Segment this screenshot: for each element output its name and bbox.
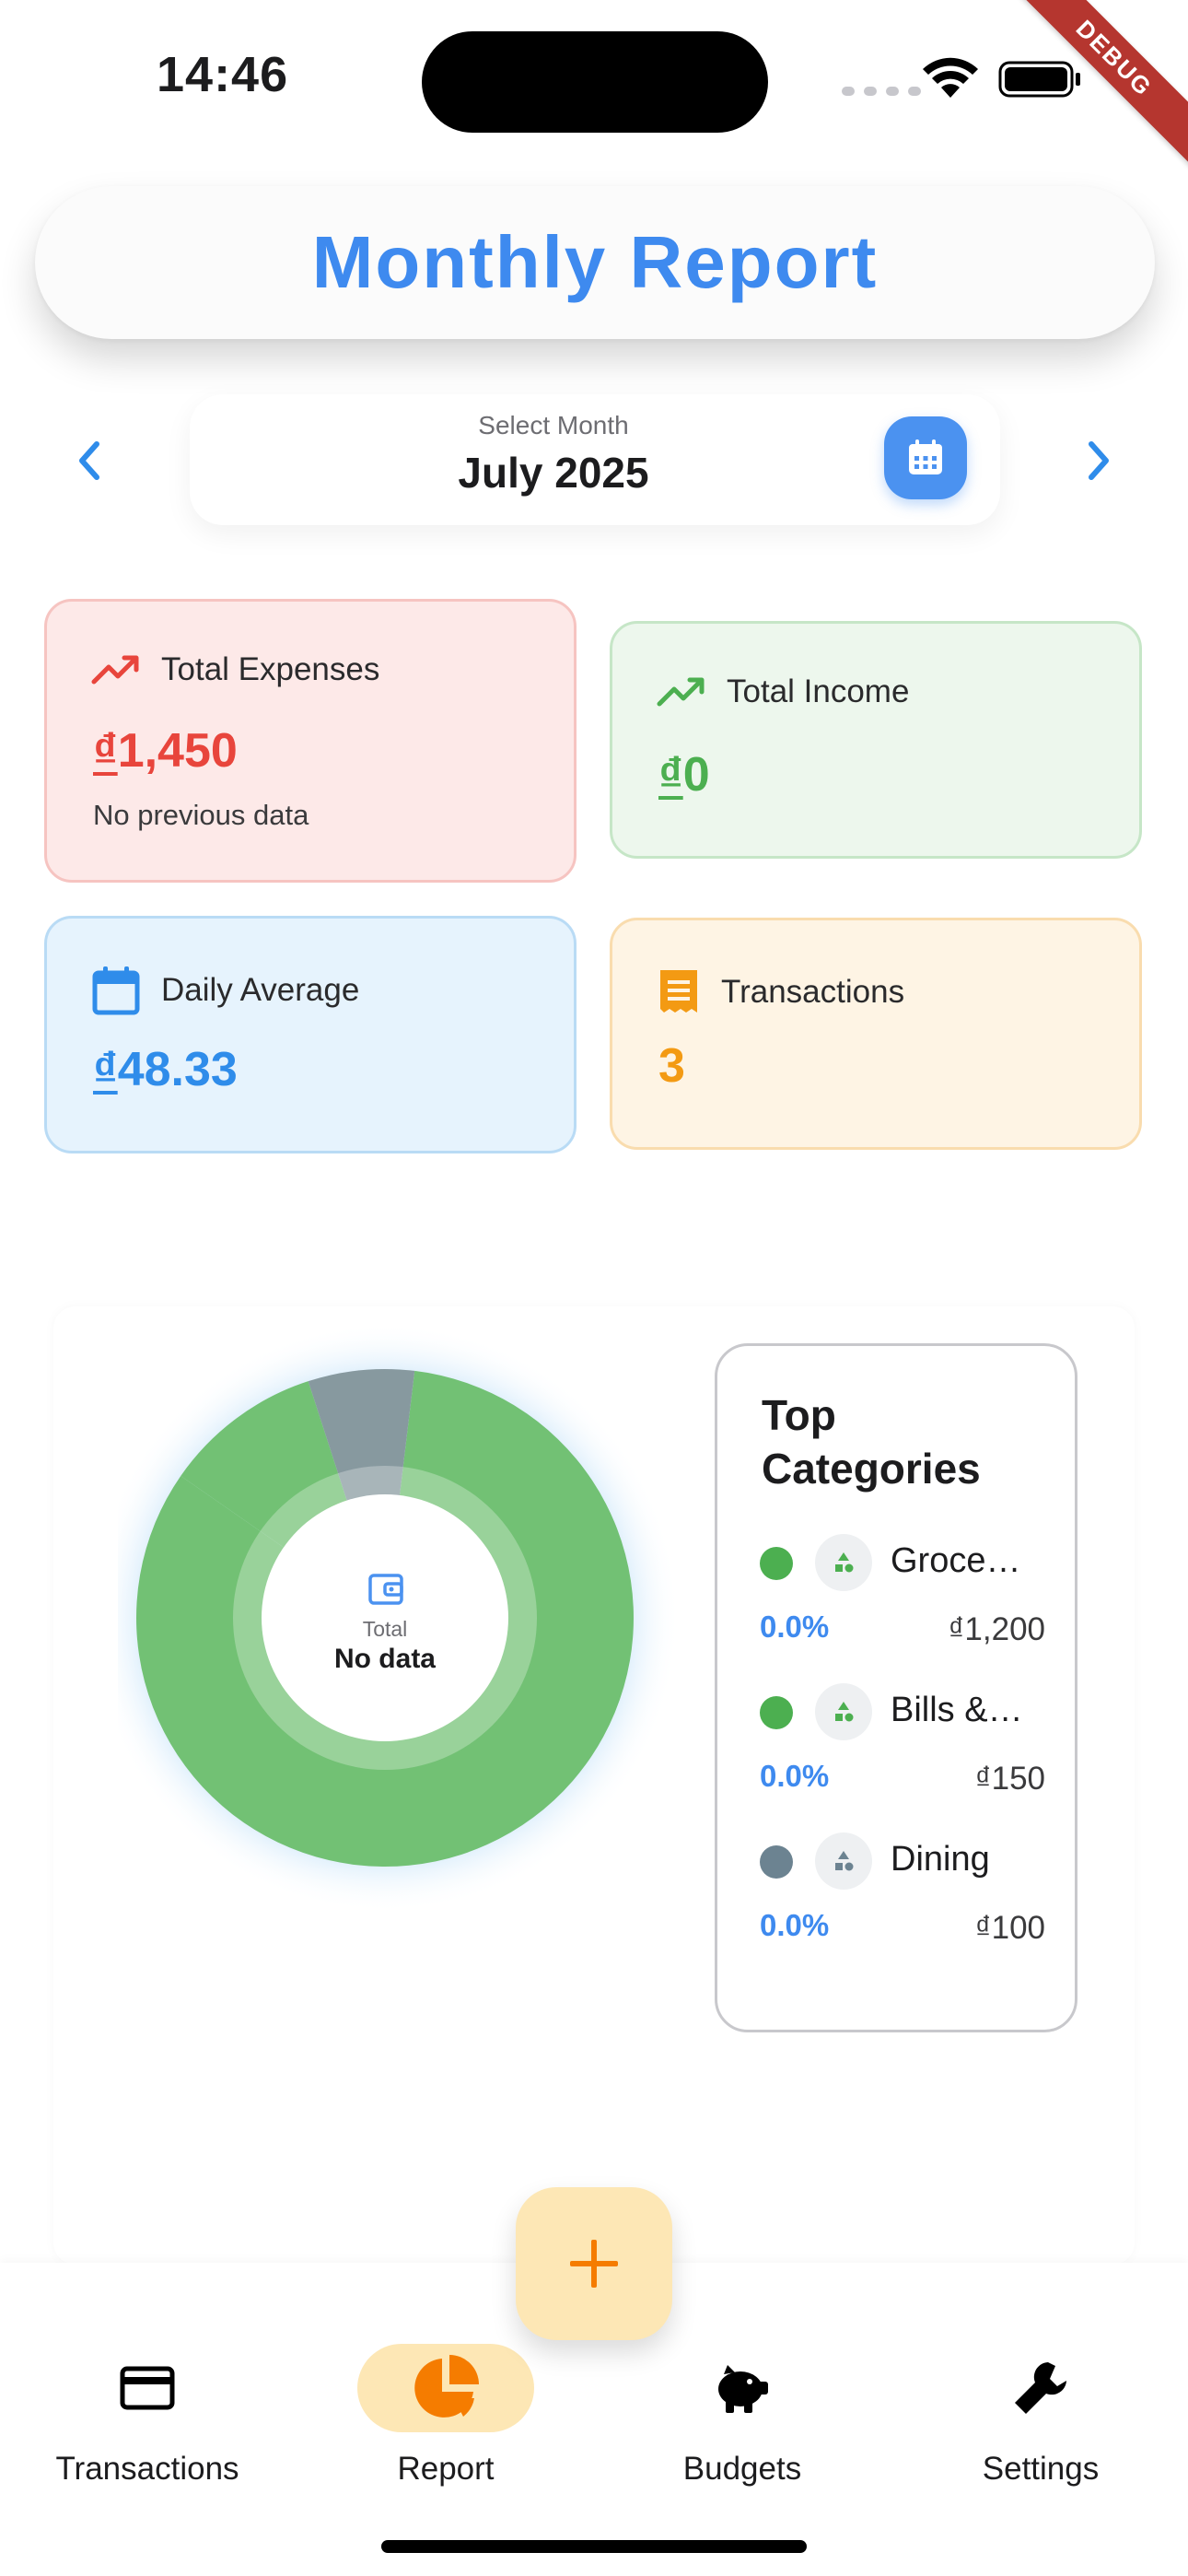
legend-category-name: Groce… xyxy=(891,1541,1021,1580)
nav-item-settings[interactable]: Settings xyxy=(912,2300,1170,2487)
center-label: Total xyxy=(363,1617,408,1641)
nav-label: Budgets xyxy=(682,2451,802,2487)
card-icon xyxy=(120,2366,175,2410)
wrench-icon xyxy=(1015,2362,1066,2414)
plus-icon xyxy=(570,2240,618,2288)
nav-icon-wrap-active xyxy=(357,2344,534,2432)
header-pill: Monthly Report xyxy=(35,186,1155,339)
legend-item[interactable]: Groce… 0.0% ₫1,200 xyxy=(760,1530,1045,1647)
month-selector[interactable]: Select Month July 2025 xyxy=(190,394,1000,525)
nav-icon-wrap xyxy=(654,2344,831,2432)
legend-amount: ₫1,200 xyxy=(948,1611,1045,1647)
stat-label: Total Expenses xyxy=(161,651,380,687)
trending-up-icon xyxy=(657,677,705,707)
category-donut-chart[interactable]: Total No data xyxy=(118,1306,689,1951)
daily-average-card[interactable]: Daily Average ₫48.33 xyxy=(44,916,577,1153)
total-income-card[interactable]: Total Income ₫0 xyxy=(610,621,1142,859)
legend-percentage: 0.0% xyxy=(760,1759,830,1793)
next-month-button[interactable] xyxy=(1072,433,1127,488)
wifi-icon xyxy=(923,57,978,98)
legend-color-dot xyxy=(760,1696,793,1729)
calendar-button[interactable] xyxy=(884,416,967,499)
nav-label: Report xyxy=(397,2451,495,2487)
legend-item[interactable]: Bills &… 0.0% ₫150 xyxy=(760,1680,1045,1797)
category-icon xyxy=(815,1534,872,1591)
transactions-value: 3 xyxy=(658,1039,685,1093)
legend-color-dot xyxy=(760,1845,793,1879)
legend-title: Top Categories xyxy=(762,1391,981,1493)
trending-up-icon xyxy=(91,655,139,685)
stat-label: Transactions xyxy=(721,974,905,1010)
legend-amount: ₫100 xyxy=(974,1910,1045,1946)
legend-category-name: Bills &… xyxy=(891,1691,1023,1729)
chevron-left-icon xyxy=(79,441,99,480)
cellular-signal-icon xyxy=(842,87,921,96)
add-transaction-button[interactable] xyxy=(516,2187,672,2340)
total-expenses-value: ₫1,450 xyxy=(93,724,238,778)
receipt-icon xyxy=(660,970,697,1013)
stat-label: Daily Average xyxy=(161,972,360,1008)
top-categories-card: Top Categories Groce… 0.0% ₫1,200 Bills &… 0… xyxy=(715,1343,1077,2032)
category-icon xyxy=(815,1683,872,1740)
nav-label: Settings xyxy=(982,2451,1100,2487)
selected-month: July 2025 xyxy=(458,449,649,497)
status-time: 14:46 xyxy=(157,47,289,102)
legend-item[interactable]: Dining 0.0% ₫100 xyxy=(760,1829,1045,1946)
total-expenses-card[interactable]: Total Expenses ₫1,450 No previous data xyxy=(44,599,577,883)
legend-percentage: 0.0% xyxy=(760,1610,830,1644)
pie-chart-icon xyxy=(414,2355,479,2418)
category-icon xyxy=(815,1832,872,1890)
chevron-right-icon xyxy=(1089,441,1109,480)
legend-category-name: Dining xyxy=(891,1840,990,1879)
transactions-card[interactable]: Transactions 3 xyxy=(610,918,1142,1150)
daily-average-value: ₫48.33 xyxy=(93,1043,238,1096)
legend-color-dot xyxy=(760,1547,793,1580)
expenses-comparison: No previous data xyxy=(93,799,309,831)
nav-item-transactions[interactable]: Transactions xyxy=(18,2300,276,2487)
home-indicator xyxy=(381,2540,807,2553)
calendar-icon xyxy=(909,439,942,474)
legend-amount: ₫150 xyxy=(974,1761,1045,1797)
dynamic-island xyxy=(422,31,768,133)
piggy-bank-icon xyxy=(718,2365,768,2413)
battery-icon xyxy=(998,61,1080,98)
page-title: Monthly Report xyxy=(311,221,879,303)
month-hint: Select Month xyxy=(478,411,629,439)
center-value: No data xyxy=(334,1644,436,1674)
nav-label: Transactions xyxy=(55,2451,239,2487)
nav-icon-wrap xyxy=(952,2344,1129,2432)
previous-month-button[interactable] xyxy=(61,433,116,488)
legend-percentage: 0.0% xyxy=(760,1908,830,1942)
total-income-value: ₫0 xyxy=(658,748,710,802)
nav-icon-wrap xyxy=(59,2344,236,2432)
stat-label: Total Income xyxy=(727,673,910,709)
calendar-icon xyxy=(92,966,140,1015)
